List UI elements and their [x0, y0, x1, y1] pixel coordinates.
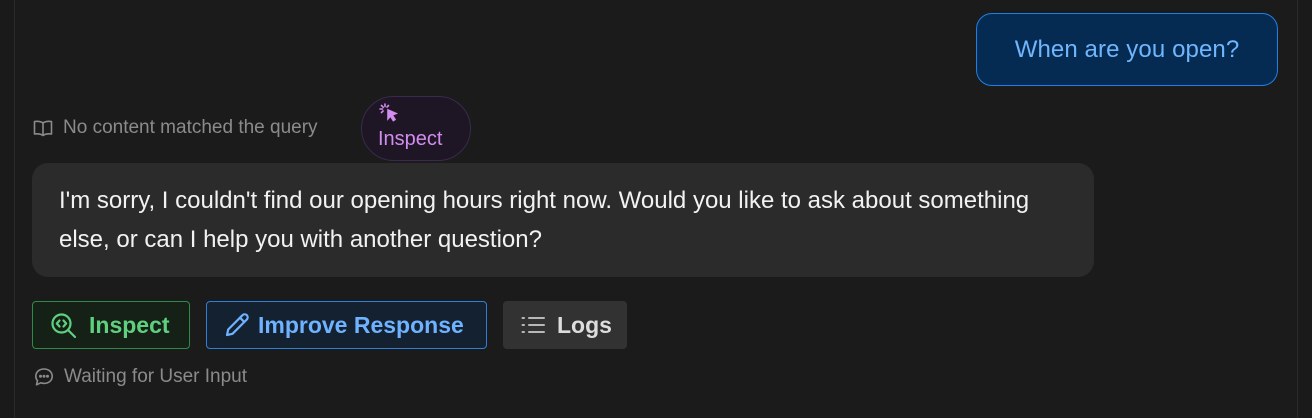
pencil-icon: [224, 312, 250, 338]
magnifier-code-icon: [50, 312, 77, 339]
chat-bubble-icon: [34, 367, 54, 387]
source-status-text: No content matched the query: [63, 117, 318, 138]
user-message-text: When are you open?: [1014, 35, 1240, 63]
bot-message-bubble: I'm sorry, I couldn't find our opening h…: [32, 163, 1094, 277]
bot-message-text: I'm sorry, I couldn't find our opening h…: [59, 187, 1030, 253]
list-icon: [521, 316, 545, 334]
inspect-pill-label: Inspect: [378, 128, 443, 150]
improve-response-button[interactable]: Improve Response: [206, 301, 487, 349]
improve-response-label: Improve Response: [258, 311, 464, 338]
inspect-pill[interactable]: Inspect: [361, 96, 471, 161]
logs-button[interactable]: Logs: [503, 301, 627, 349]
status-text: Waiting for User Input: [64, 366, 248, 387]
book-open-icon: [33, 119, 53, 137]
inspect-button-label: Inspect: [89, 311, 170, 338]
conversation-status: Waiting for User Input: [34, 364, 247, 390]
sparkle-cursor-icon: [379, 103, 403, 131]
user-message-bubble: When are you open?: [976, 13, 1278, 86]
source-status: No content matched the query: [33, 115, 318, 141]
inspect-button[interactable]: Inspect: [32, 301, 190, 349]
logs-button-label: Logs: [557, 311, 612, 338]
